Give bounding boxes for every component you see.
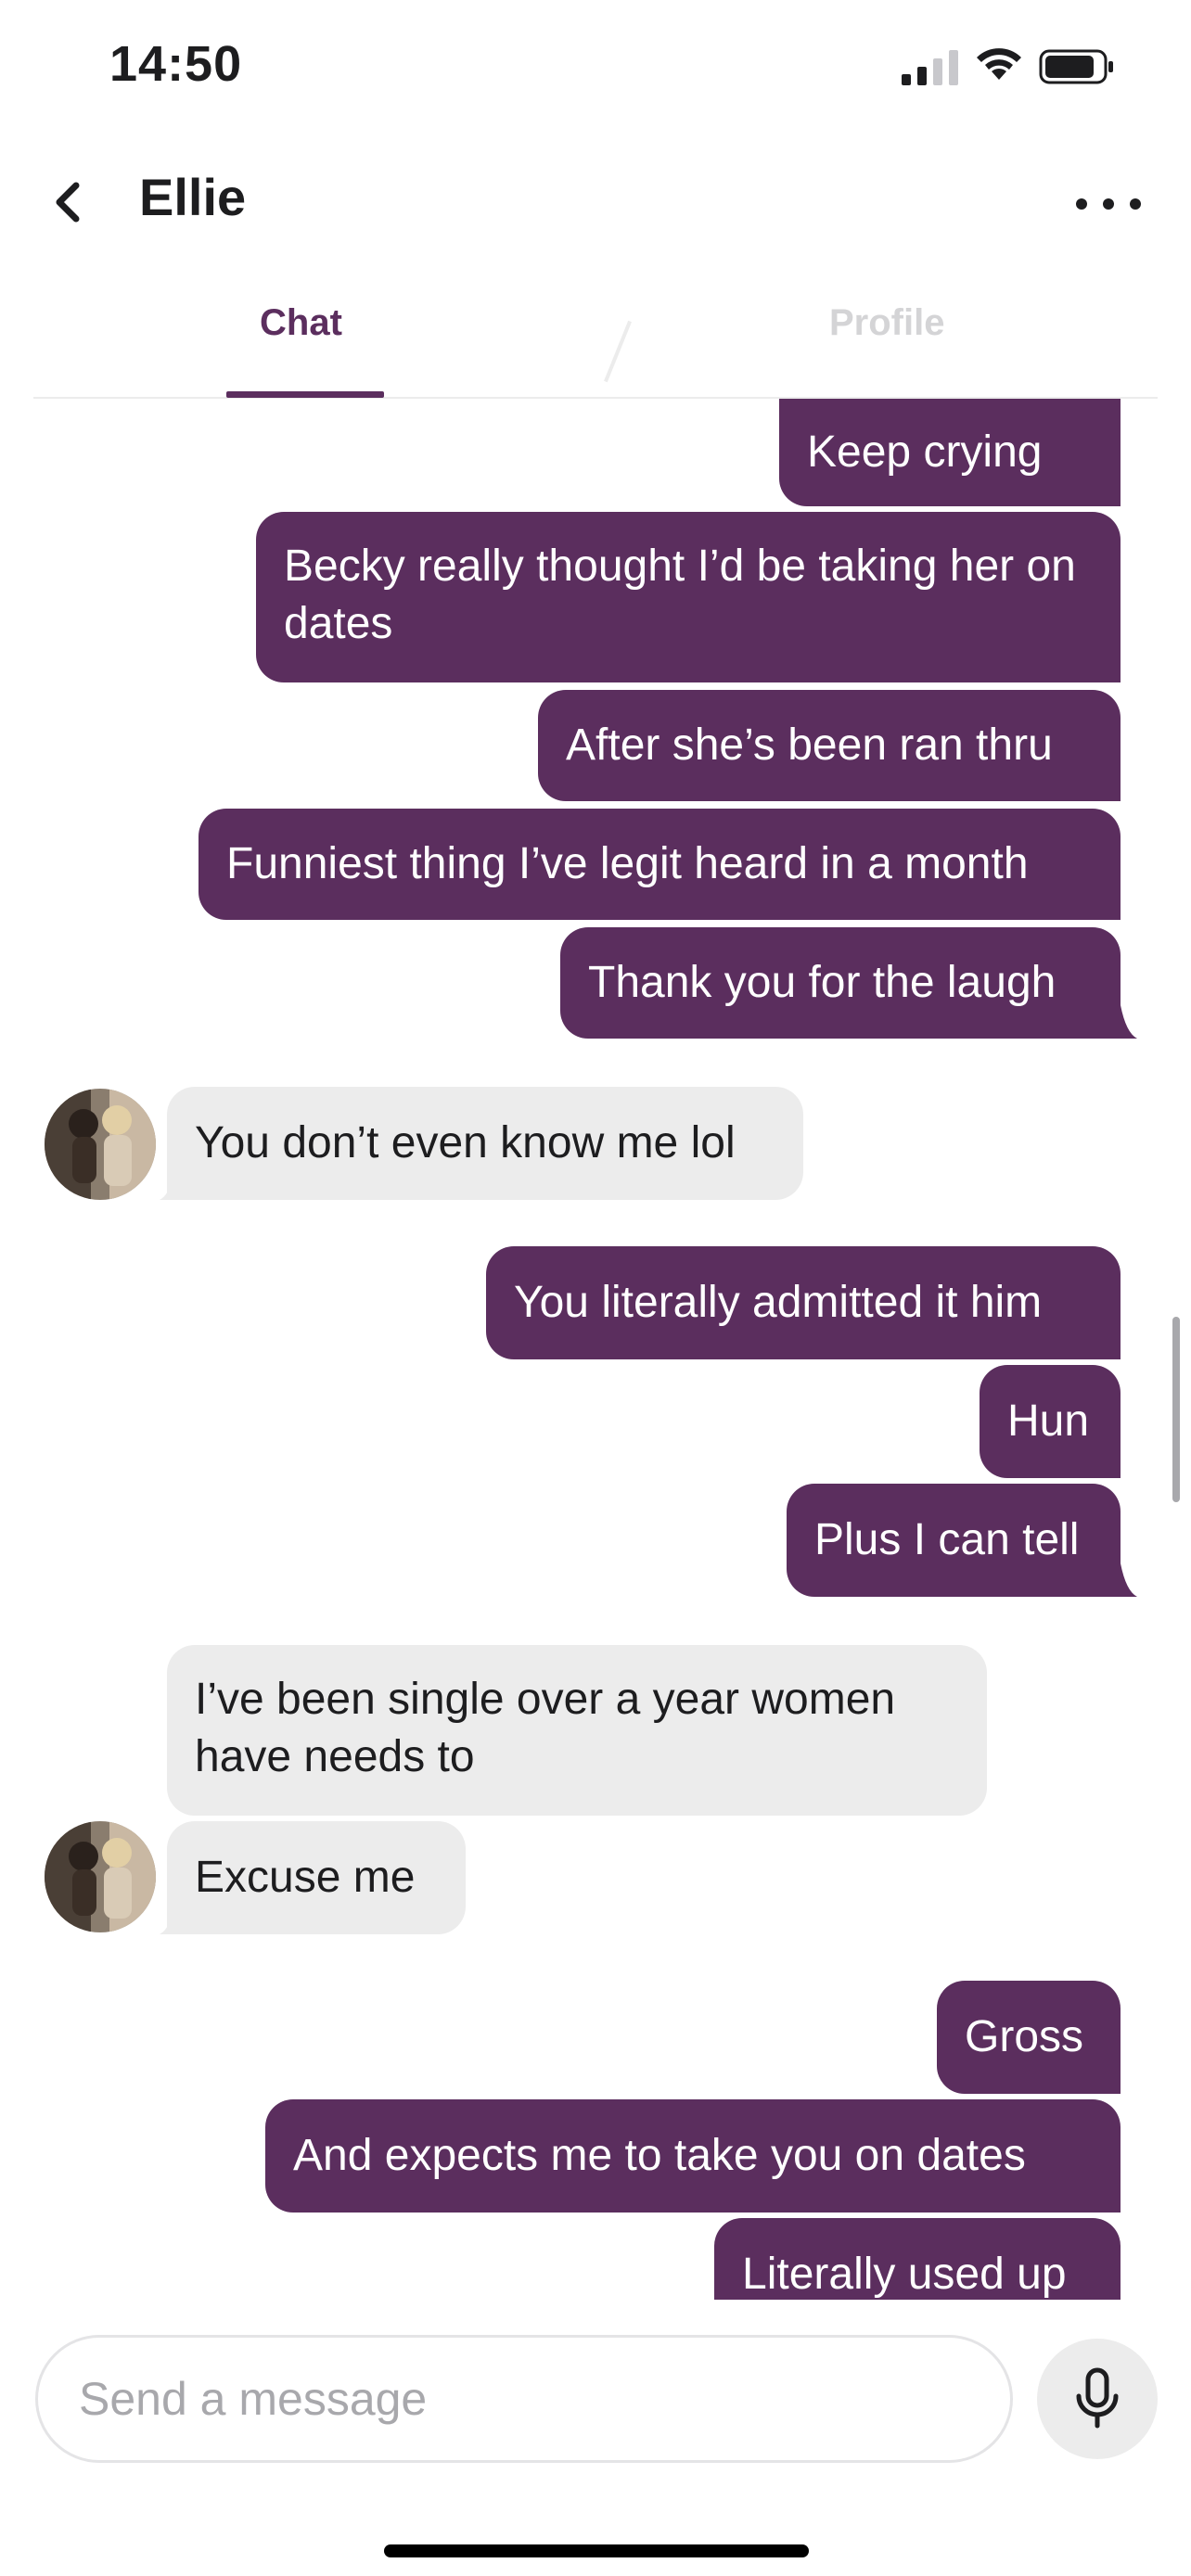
message-bubble-outgoing[interactable]: Funniest thing I’ve legit heard in a mon… <box>198 809 1121 920</box>
message-bubble-incoming[interactable]: I’ve been single over a year women have … <box>167 1645 987 1816</box>
bubble-tail <box>160 1901 184 1934</box>
tab-profile[interactable]: Profile <box>829 302 944 344</box>
tab-bar: Chat Profile <box>33 269 1158 399</box>
message-bubble-outgoing[interactable]: Keep crying <box>779 399 1121 506</box>
tab-divider <box>604 320 632 383</box>
message-bubble-outgoing[interactable]: And expects me to take you on dates <box>265 2099 1121 2213</box>
signal-icon <box>902 50 958 85</box>
bubble-tail <box>160 1167 184 1200</box>
scrollbar[interactable] <box>1172 1317 1180 1502</box>
microphone-icon <box>1076 2367 1119 2429</box>
message-bubble-outgoing[interactable]: Hun <box>980 1365 1121 1478</box>
message-bubble-outgoing[interactable]: Plus I can tell <box>787 1484 1121 1597</box>
more-options-button[interactable] <box>1076 185 1141 223</box>
bubble-tail <box>1113 1563 1137 1597</box>
active-tab-indicator <box>226 391 384 398</box>
avatar-photo <box>45 1821 156 1932</box>
bubble-tail <box>1113 1005 1137 1039</box>
message-bubble-outgoing[interactable]: After she’s been ran thru <box>538 690 1121 801</box>
back-button[interactable] <box>43 176 95 228</box>
status-time: 14:50 <box>109 36 243 92</box>
avatar-photo <box>45 1089 156 1200</box>
avatar[interactable] <box>45 1821 156 1932</box>
message-bubble-outgoing[interactable]: You literally admitted it him <box>486 1246 1121 1359</box>
message-bubble-incoming[interactable]: Excuse me <box>167 1821 466 1934</box>
wifi-icon <box>977 48 1021 80</box>
message-bubble-incoming[interactable]: You don’t even know me lol <box>167 1087 803 1200</box>
message-bubble-outgoing[interactable]: Gross <box>937 1981 1121 2094</box>
chat-header: Ellie <box>0 139 1191 260</box>
tab-chat[interactable]: Chat <box>260 302 342 344</box>
home-indicator <box>384 2544 809 2557</box>
message-list[interactable]: Keep crying Becky really thought I’d be … <box>0 399 1191 2300</box>
message-bubble-outgoing[interactable]: Becky really thought I’d be taking her o… <box>256 512 1121 682</box>
chevron-left-icon <box>56 182 80 223</box>
status-bar: 14:50 <box>0 0 1191 130</box>
message-bubble-outgoing[interactable]: Thank you for the laugh <box>560 927 1121 1039</box>
message-input[interactable] <box>35 2335 1013 2463</box>
more-horizontal-icon <box>1076 198 1087 210</box>
contact-name[interactable]: Ellie <box>139 167 246 227</box>
composer <box>0 2300 1191 2576</box>
avatar[interactable] <box>45 1089 156 1200</box>
message-bubble-outgoing[interactable]: Literally used up <box>714 2218 1121 2300</box>
microphone-button[interactable] <box>1037 2339 1158 2459</box>
battery-icon <box>1039 49 1113 84</box>
